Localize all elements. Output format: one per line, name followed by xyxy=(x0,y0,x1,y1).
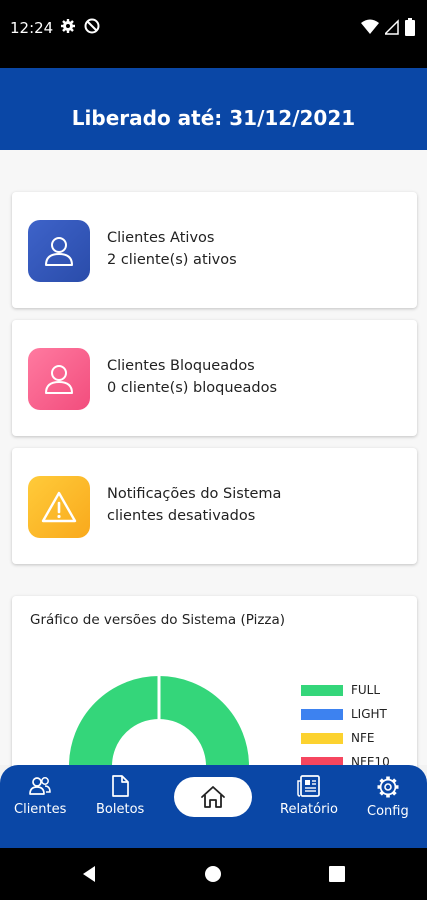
legend-item: NFE xyxy=(301,726,390,750)
signal-icon xyxy=(385,19,399,35)
nav-clientes[interactable]: Clientes xyxy=(14,775,66,817)
nav-config[interactable]: Config xyxy=(367,775,409,819)
card-subtitle: 2 cliente(s) ativos xyxy=(107,252,237,268)
legend-item: LIGHT xyxy=(301,702,390,726)
nav-label: Config xyxy=(367,804,409,819)
app-header: Liberado até: 31/12/2021 xyxy=(0,68,427,150)
page-title: Liberado até: 31/12/2021 xyxy=(71,106,356,130)
home-circle-icon[interactable] xyxy=(204,865,222,883)
back-icon[interactable] xyxy=(80,865,98,883)
gear-icon xyxy=(377,776,399,798)
legend-swatch xyxy=(301,684,343,696)
person-icon xyxy=(28,348,90,410)
nav-label: Boletos xyxy=(96,802,145,817)
legend-label: LIGHT xyxy=(351,707,387,721)
chart-legend: FULL LIGHT NFE NFE10 xyxy=(301,678,390,774)
nav-relatorio[interactable]: Relatório xyxy=(280,775,338,817)
status-left-icons xyxy=(60,18,100,34)
bottom-nav: Clientes Boletos Relatório Config xyxy=(0,765,427,848)
no-disturb-status-icon xyxy=(84,18,100,34)
card-clientes-bloqueados[interactable]: Clientes Bloqueados 0 cliente(s) bloquea… xyxy=(12,320,417,436)
legend-label: NFE xyxy=(351,731,375,745)
status-time: 12:24 xyxy=(10,19,54,37)
card-subtitle: clientes desativados xyxy=(107,508,256,524)
people-icon xyxy=(29,777,51,795)
warning-icon xyxy=(28,476,90,538)
nav-home[interactable] xyxy=(174,777,252,817)
card-clientes-ativos[interactable]: Clientes Ativos 2 cliente(s) ativos xyxy=(12,192,417,308)
status-bar: 12:24 xyxy=(0,0,427,68)
wifi-icon xyxy=(361,19,379,34)
nav-label: Clientes xyxy=(14,802,67,817)
legend-swatch xyxy=(301,732,343,744)
document-icon xyxy=(112,775,130,797)
settings-status-icon xyxy=(61,19,75,33)
android-nav-bar xyxy=(0,848,427,900)
card-subtitle: 0 cliente(s) bloqueados xyxy=(107,380,277,396)
card-notificacoes[interactable]: Notificações do Sistema clientes desativ… xyxy=(12,448,417,564)
card-title: Clientes Ativos xyxy=(107,230,215,246)
legend-swatch xyxy=(301,708,343,720)
person-icon xyxy=(28,220,90,282)
home-icon xyxy=(201,786,225,808)
card-title: Clientes Bloqueados xyxy=(107,358,255,374)
recents-icon[interactable] xyxy=(329,866,345,882)
card-title: Notificações do Sistema xyxy=(107,486,282,502)
newspaper-icon xyxy=(297,775,320,797)
legend-item: FULL xyxy=(301,678,390,702)
status-right-icons xyxy=(361,18,415,36)
legend-label: FULL xyxy=(351,683,381,697)
dashboard-content: Clientes Ativos 2 cliente(s) ativos Clie… xyxy=(0,150,427,796)
battery-icon xyxy=(405,18,415,36)
nav-boletos[interactable]: Boletos xyxy=(96,775,144,817)
nav-label: Relatório xyxy=(280,802,338,817)
